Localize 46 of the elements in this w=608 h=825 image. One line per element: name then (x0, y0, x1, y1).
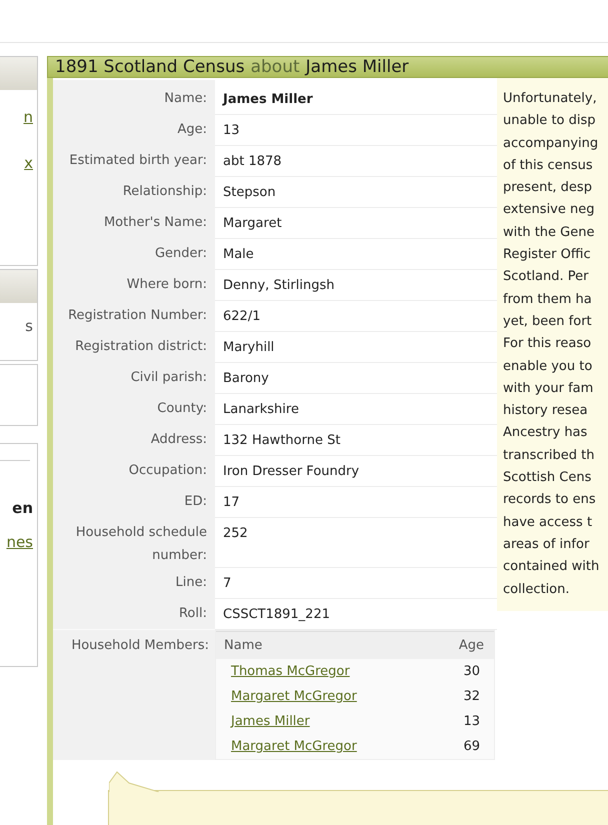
member-link[interactable]: James Miller (231, 711, 310, 732)
sidebar-link[interactable]: x (24, 154, 33, 172)
note-text: have access t (503, 514, 594, 532)
column-header: Age (458, 638, 484, 653)
note-text: present, desp (503, 179, 593, 198)
column-header: Name (224, 638, 262, 653)
note-text: accompanying (503, 134, 600, 153)
sidebar-text: s (25, 317, 33, 335)
note-text: from them ha (503, 290, 593, 309)
note-text: history resea (503, 402, 589, 420)
note-text: enable you to (503, 358, 594, 376)
note-text: yet, been fort (503, 312, 593, 331)
field-label: Roll: (53, 595, 215, 630)
note-text: with your fam (503, 380, 594, 398)
member-age: 32 (463, 688, 480, 706)
member-link[interactable]: Margaret McGregor (231, 736, 357, 757)
member-age: 30 (463, 663, 480, 681)
note-text: areas of infor (503, 536, 590, 554)
note-text: For this reaso (503, 335, 592, 354)
note-text: Scotland. Per (503, 268, 590, 286)
note-text: Register Offic (503, 246, 592, 264)
member-link[interactable]: Margaret McGregor (231, 686, 357, 707)
note-text: contained with (503, 558, 600, 576)
sidebar-link[interactable]: n (23, 108, 33, 126)
note-text: Ancestry has (503, 424, 588, 442)
note-text: Scottish Cens (503, 469, 592, 488)
note-text: extensive neg (503, 201, 596, 220)
note-text: transcribed th (503, 446, 596, 465)
record-subject: James Miller (306, 57, 409, 77)
note-text: unable to disp (503, 112, 597, 130)
record-title-connector: about (250, 57, 300, 77)
note-text: of this census (503, 156, 594, 175)
note-text: collection. (503, 580, 571, 599)
sidebar-header (0, 270, 37, 303)
member-age: 13 (463, 713, 480, 731)
note-text: Unfortunately, (503, 90, 598, 108)
note-text: records to ens (503, 491, 597, 510)
sidebar-panel (0, 364, 38, 426)
member-link[interactable]: Thomas McGregor (231, 661, 350, 682)
member-age: 69 (463, 738, 480, 756)
field-label: Household Members: (53, 630, 215, 760)
record-title: 1891 Scotland Census (55, 57, 245, 77)
note-text: with the Gene (503, 224, 596, 242)
sidebar-header (0, 57, 37, 90)
sidebar-link[interactable]: nes (6, 533, 33, 551)
sidebar-text: en (12, 499, 33, 517)
